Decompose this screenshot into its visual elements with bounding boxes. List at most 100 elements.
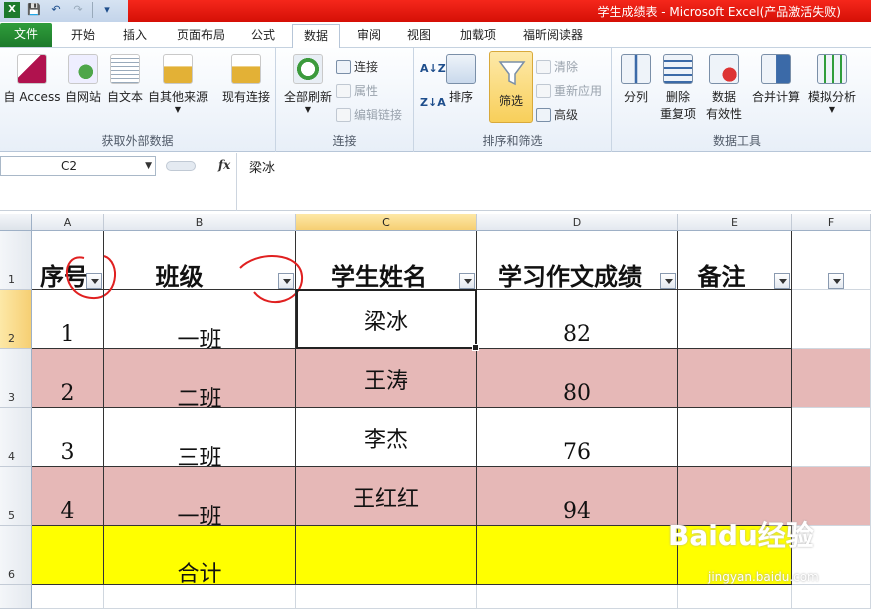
row-header-7[interactable]	[0, 585, 32, 609]
from-access-button[interactable]: 自 Access	[2, 54, 62, 105]
table-cell-index[interactable]: 1	[32, 290, 104, 349]
tab-view[interactable]: 视图	[396, 24, 442, 48]
cell-f7[interactable]	[792, 585, 871, 609]
row-header-4[interactable]: 4	[0, 408, 32, 467]
properties-button: 属性	[336, 82, 378, 99]
table-cell-class[interactable]: 二班	[104, 349, 296, 408]
clear-filter-button: 清除	[536, 58, 578, 75]
table-cell-f[interactable]	[792, 349, 871, 408]
save-icon[interactable]: 💾	[26, 2, 42, 18]
table-cell-index[interactable]: 3	[32, 408, 104, 467]
table-cell-score[interactable]: 82	[477, 290, 678, 349]
column-header-f[interactable]: F	[792, 214, 871, 231]
table-cell-remark[interactable]	[678, 408, 792, 467]
column-header-b[interactable]: B	[104, 214, 296, 231]
customize-qat-icon[interactable]: ▾	[99, 2, 115, 18]
total-label-cell[interactable]: 合计	[104, 526, 296, 585]
remove-duplicates-button[interactable]: 删除 重复项	[656, 54, 700, 122]
filter-dropdown-button[interactable]	[828, 273, 844, 289]
filter-dropdown-button[interactable]	[660, 273, 676, 289]
existing-connections-button[interactable]: 现有连接	[218, 54, 274, 105]
connections-button[interactable]: 连接	[336, 58, 378, 75]
text-to-columns-button[interactable]: 分列	[616, 54, 656, 105]
column-header-c[interactable]: C	[296, 214, 477, 231]
header-cell-index[interactable]: 序号	[32, 231, 104, 290]
access-icon	[17, 54, 47, 84]
remove-duplicates-label-1: 删除	[665, 90, 690, 104]
cell-d7[interactable]	[477, 585, 678, 609]
table-cell-f[interactable]	[792, 290, 871, 349]
tab-insert[interactable]: 插入	[112, 24, 158, 48]
tab-file[interactable]: 文件	[0, 23, 52, 47]
select-all-corner[interactable]	[0, 214, 32, 231]
sort-az-icon: A↓Z	[420, 62, 446, 75]
column-header-a[interactable]: A	[32, 214, 104, 231]
cell-b7[interactable]	[104, 585, 296, 609]
row-header-6[interactable]: 6	[0, 526, 32, 585]
table-cell-score[interactable]: 80	[477, 349, 678, 408]
formula-input[interactable]: 梁冰	[236, 153, 871, 211]
header-cell-remark[interactable]: 备注	[678, 231, 792, 290]
filter-button[interactable]: 筛选	[489, 51, 533, 123]
table-cell-remark[interactable]	[678, 349, 792, 408]
sort-ascending-button[interactable]: A↓Z	[420, 62, 446, 75]
tab-review[interactable]: 审阅	[346, 24, 392, 48]
table-cell-name[interactable]: 李杰	[296, 408, 477, 467]
column-header-e[interactable]: E	[678, 214, 792, 231]
header-cell-score[interactable]: 学习作文成绩	[477, 231, 678, 290]
total-cell-a[interactable]	[32, 526, 104, 585]
table-cell-score[interactable]: 76	[477, 408, 678, 467]
refresh-all-button[interactable]: 全部刷新 ▼	[282, 54, 334, 114]
row-header-3[interactable]: 3	[0, 349, 32, 408]
table-cell-f[interactable]	[792, 408, 871, 467]
what-if-analysis-button[interactable]: 模拟分析 ▼	[804, 54, 860, 114]
header-cell-name[interactable]: 学生姓名	[296, 231, 477, 290]
table-cell-name[interactable]: 王红红	[296, 467, 477, 526]
table-cell-index[interactable]: 4	[32, 467, 104, 526]
formula-bar-resize-handle[interactable]	[166, 161, 196, 171]
table-cell-score[interactable]: 94	[477, 467, 678, 526]
cell-e7[interactable]	[678, 585, 792, 609]
table-cell-index[interactable]: 2	[32, 349, 104, 408]
filter-dropdown-button[interactable]	[459, 273, 475, 289]
from-web-button[interactable]: 自网站	[62, 54, 104, 105]
header-cell-class[interactable]: 班级	[104, 231, 296, 290]
table-cell-class[interactable]: 一班	[104, 467, 296, 526]
header-cell-f[interactable]	[792, 231, 871, 290]
row-header-2[interactable]: 2	[0, 290, 32, 349]
table-cell-name[interactable]: 梁冰	[296, 290, 477, 349]
filter-dropdown-button[interactable]	[278, 273, 294, 289]
sort-descending-button[interactable]: Z↓A	[420, 96, 446, 109]
sort-button[interactable]: 排序	[444, 54, 478, 105]
row-header-1[interactable]: 1	[0, 231, 32, 290]
table-cell-name[interactable]: 王涛	[296, 349, 477, 408]
total-cell-d[interactable]	[477, 526, 678, 585]
column-header-d[interactable]: D	[477, 214, 678, 231]
chevron-down-icon[interactable]: ▼	[145, 157, 152, 175]
filter-dropdown-button[interactable]	[86, 273, 102, 289]
cell-text: 王红红	[352, 487, 419, 512]
from-other-sources-button[interactable]: 自其他来源 ▼	[146, 54, 210, 114]
tab-data[interactable]: 数据	[292, 24, 340, 49]
from-text-button[interactable]: 自文本	[104, 54, 146, 105]
filter-dropdown-button[interactable]	[774, 273, 790, 289]
tab-formulas[interactable]: 公式	[240, 24, 286, 48]
insert-function-icon[interactable]: fx	[218, 158, 230, 172]
redo-icon[interactable]: ↷	[70, 2, 86, 18]
tab-home[interactable]: 开始	[60, 24, 106, 48]
row-header-5[interactable]: 5	[0, 467, 32, 526]
undo-icon[interactable]: ↶	[48, 2, 64, 18]
table-cell-class[interactable]: 一班	[104, 290, 296, 349]
data-validation-button[interactable]: 数据 有效性	[702, 54, 746, 122]
total-cell-c[interactable]	[296, 526, 477, 585]
tab-foxit-reader[interactable]: 福昕阅读器	[512, 24, 594, 48]
cell-a7[interactable]	[32, 585, 104, 609]
table-cell-class[interactable]: 三班	[104, 408, 296, 467]
tab-addins[interactable]: 加载项	[450, 24, 506, 48]
tab-page-layout[interactable]: 页面布局	[166, 24, 236, 48]
advanced-filter-button[interactable]: 高级	[536, 106, 578, 123]
table-cell-remark[interactable]	[678, 290, 792, 349]
name-box[interactable]: C2 ▼	[0, 156, 156, 176]
consolidate-button[interactable]: 合并计算	[748, 54, 804, 105]
cell-c7[interactable]	[296, 585, 477, 609]
